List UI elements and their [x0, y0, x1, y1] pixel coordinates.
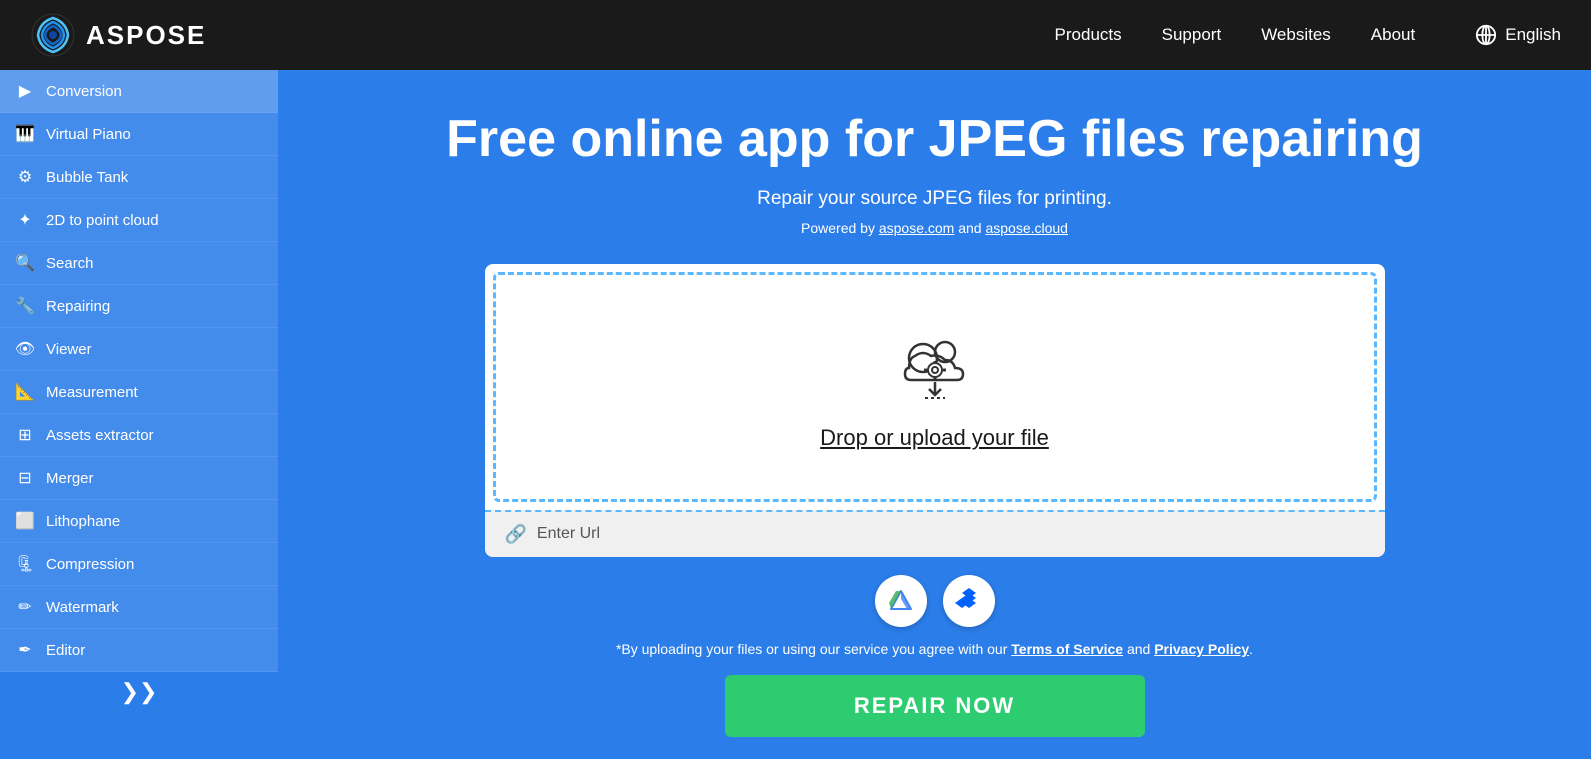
sidebar-item-lithophane[interactable]: ⬜ Lithophane [0, 500, 278, 543]
sidebar-item-search[interactable]: 🔍 Search [0, 242, 278, 285]
sidebar-label-measurement: Measurement [46, 384, 138, 401]
assets-extractor-icon: ⊞ [14, 424, 36, 446]
viewer-icon: 👁 [14, 338, 36, 360]
main-layout: ▶ Conversion 🎹 Virtual Piano ⚙ Bubble Tank ✦ 2D… [0, 70, 1591, 759]
virtual-piano-icon: 🎹 [14, 123, 36, 145]
editor-icon: ✒ [14, 639, 36, 661]
sidebar-label-merger: Merger [46, 470, 94, 487]
sidebar-label-viewer: Viewer [46, 341, 92, 358]
repairing-icon: 🔧 [14, 295, 36, 317]
sidebar-label-search: Search [46, 255, 94, 272]
sidebar-item-2d-point-cloud[interactable]: ✦ 2D to point cloud [0, 199, 278, 242]
upload-box: Drop or upload your file 🔗 Enter Url [485, 264, 1385, 557]
powered-by-prefix: Powered by [801, 220, 879, 236]
sidebar-item-bubble-tank[interactable]: ⚙ Bubble Tank [0, 156, 278, 199]
lithophane-icon: ⬜ [14, 510, 36, 532]
link-icon: 🔗 [505, 524, 527, 545]
sidebar-item-watermark[interactable]: ✏ Watermark [0, 586, 278, 629]
merger-icon: ⊟ [14, 467, 36, 489]
upload-label[interactable]: Drop or upload your file [820, 425, 1049, 451]
repair-now-button[interactable]: REPAIR NOW [725, 675, 1145, 737]
powered-by-and: and [954, 220, 985, 236]
2d-point-cloud-icon: ✦ [14, 209, 36, 231]
aspose-logo-icon [30, 12, 76, 58]
sidebar-item-virtual-piano[interactable]: 🎹 Virtual Piano [0, 113, 278, 156]
sidebar: ▶ Conversion 🎹 Virtual Piano ⚙ Bubble Tank ✦ 2D… [0, 70, 278, 759]
sidebar-label-2d-point-cloud: 2D to point cloud [46, 212, 159, 229]
conversion-icon: ▶ [14, 80, 36, 102]
sidebar-label-editor: Editor [46, 642, 85, 659]
bubble-tank-icon: ⚙ [14, 166, 36, 188]
header: ASPOSE Products Support Websites About E… [0, 0, 1591, 70]
nav-bar: Products Support Websites About [1055, 25, 1416, 45]
drop-area[interactable]: Drop or upload your file [493, 272, 1377, 502]
cloud-upload-icon [895, 332, 975, 402]
sidebar-label-bubble-tank: Bubble Tank [46, 169, 128, 186]
search-icon: 🔍 [14, 252, 36, 274]
compression-icon: 🗜 [14, 553, 36, 575]
main-content: Free online app for JPEG files repairing… [278, 70, 1591, 759]
nav-support[interactable]: Support [1162, 25, 1222, 45]
sidebar-label-assets-extractor: Assets extractor [46, 427, 154, 444]
terms-text: *By uploading your files or using our se… [616, 641, 1253, 657]
google-drive-button[interactable] [875, 575, 927, 627]
sidebar-item-conversion[interactable]: ▶ Conversion [0, 70, 278, 113]
language-selector[interactable]: English [1475, 24, 1561, 46]
measurement-icon: 📐 [14, 381, 36, 403]
cloud-service-buttons [875, 575, 995, 627]
sidebar-more-button[interactable]: ❯❯ [0, 672, 278, 712]
sidebar-label-compression: Compression [46, 556, 134, 573]
enter-url-label: Enter Url [537, 525, 600, 543]
logo-area: ASPOSE [30, 12, 206, 58]
sidebar-item-repairing[interactable]: 🔧 Repairing [0, 285, 278, 328]
sidebar-label-repairing: Repairing [46, 298, 110, 315]
dropbox-button[interactable] [943, 575, 995, 627]
powered-by-text: Powered by aspose.com and aspose.cloud [801, 220, 1068, 236]
sidebar-label-watermark: Watermark [46, 599, 119, 616]
privacy-policy-link[interactable]: Privacy Policy [1154, 641, 1249, 657]
aspose-com-link[interactable]: aspose.com [879, 220, 954, 236]
sidebar-item-assets-extractor[interactable]: ⊞ Assets extractor [0, 414, 278, 457]
sidebar-label-lithophane: Lithophane [46, 513, 120, 530]
upload-icon-wrap [895, 332, 975, 407]
sidebar-label-conversion: Conversion [46, 83, 122, 100]
terms-of-service-link[interactable]: Terms of Service [1011, 641, 1123, 657]
dropbox-icon [955, 587, 983, 615]
sidebar-item-editor[interactable]: ✒ Editor [0, 629, 278, 672]
globe-icon [1475, 24, 1497, 46]
language-label: English [1505, 25, 1561, 45]
sidebar-label-virtual-piano: Virtual Piano [46, 126, 131, 143]
nav-about[interactable]: About [1371, 25, 1415, 45]
terms-and: and [1123, 641, 1154, 657]
logo-text: ASPOSE [86, 20, 206, 51]
terms-prefix: *By uploading your files or using our se… [616, 641, 1011, 657]
aspose-cloud-link[interactable]: aspose.cloud [985, 220, 1068, 236]
sidebar-item-viewer[interactable]: 👁 Viewer [0, 328, 278, 371]
nav-websites[interactable]: Websites [1261, 25, 1331, 45]
google-drive-icon [887, 587, 915, 615]
page-title: Free online app for JPEG files repairing [446, 110, 1423, 170]
watermark-icon: ✏ [14, 596, 36, 618]
page-subtitle: Repair your source JPEG files for printi… [757, 188, 1112, 210]
nav-products[interactable]: Products [1055, 25, 1122, 45]
sidebar-item-compression[interactable]: 🗜 Compression [0, 543, 278, 586]
terms-suffix: . [1249, 641, 1253, 657]
sidebar-item-measurement[interactable]: 📐 Measurement [0, 371, 278, 414]
sidebar-item-merger[interactable]: ⊟ Merger [0, 457, 278, 500]
enter-url-bar[interactable]: 🔗 Enter Url [485, 510, 1385, 557]
